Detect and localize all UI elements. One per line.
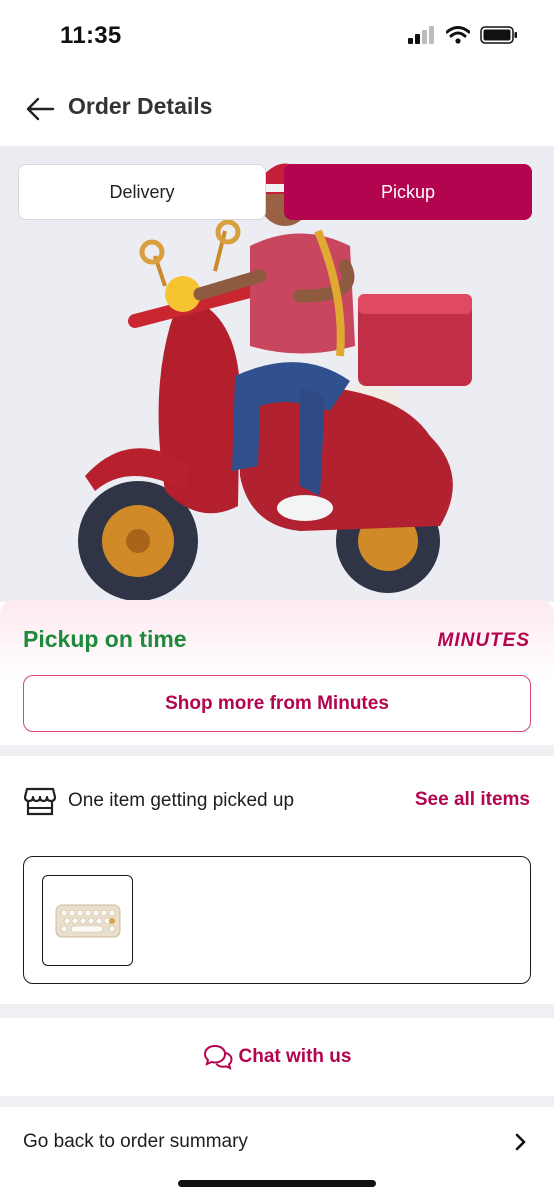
item-thumbnail[interactable] bbox=[42, 875, 133, 966]
items-list bbox=[23, 856, 531, 984]
shop-more-button[interactable]: Shop more from Minutes bbox=[23, 675, 531, 732]
section-divider bbox=[0, 745, 554, 756]
items-title: One item getting picked up bbox=[68, 790, 295, 811]
header: Order Details bbox=[0, 72, 554, 146]
order-summary-link[interactable]: Go back to order summary bbox=[0, 1107, 554, 1177]
tab-pickup[interactable]: Pickup bbox=[284, 164, 532, 220]
status-bar: 11:35 bbox=[0, 0, 554, 72]
back-arrow-icon bbox=[26, 97, 55, 121]
keyboard-product-image bbox=[55, 904, 120, 937]
back-button[interactable] bbox=[22, 92, 58, 126]
minutes-logo: MINUTES bbox=[437, 630, 530, 651]
status-icons bbox=[408, 26, 518, 44]
items-section: One item getting picked up See all items bbox=[0, 756, 554, 1004]
section-divider bbox=[0, 1096, 554, 1107]
order-summary-label: Go back to order summary bbox=[23, 1131, 248, 1152]
hero-banner: Delivery Pickup bbox=[0, 146, 554, 602]
wifi-icon bbox=[446, 26, 470, 44]
store-icon bbox=[24, 787, 56, 816]
page-title: Order Details bbox=[68, 93, 213, 119]
chat-bubbles-icon bbox=[203, 1044, 233, 1070]
chat-with-us-button[interactable]: Chat with us bbox=[0, 1018, 554, 1096]
tab-delivery[interactable]: Delivery bbox=[18, 164, 266, 220]
home-indicator[interactable] bbox=[178, 1180, 376, 1187]
order-status-card: Pickup on time MINUTES Shop more from Mi… bbox=[0, 600, 554, 745]
battery-icon bbox=[480, 26, 517, 44]
chevron-right-icon bbox=[515, 1133, 526, 1151]
chat-label: Chat with us bbox=[238, 1046, 352, 1067]
see-all-items-link[interactable]: See all items bbox=[415, 789, 530, 811]
signal-icon bbox=[408, 26, 434, 44]
section-divider bbox=[0, 1004, 554, 1018]
status-time: 11:35 bbox=[60, 22, 122, 49]
order-status-text: Pickup on time bbox=[23, 626, 187, 652]
